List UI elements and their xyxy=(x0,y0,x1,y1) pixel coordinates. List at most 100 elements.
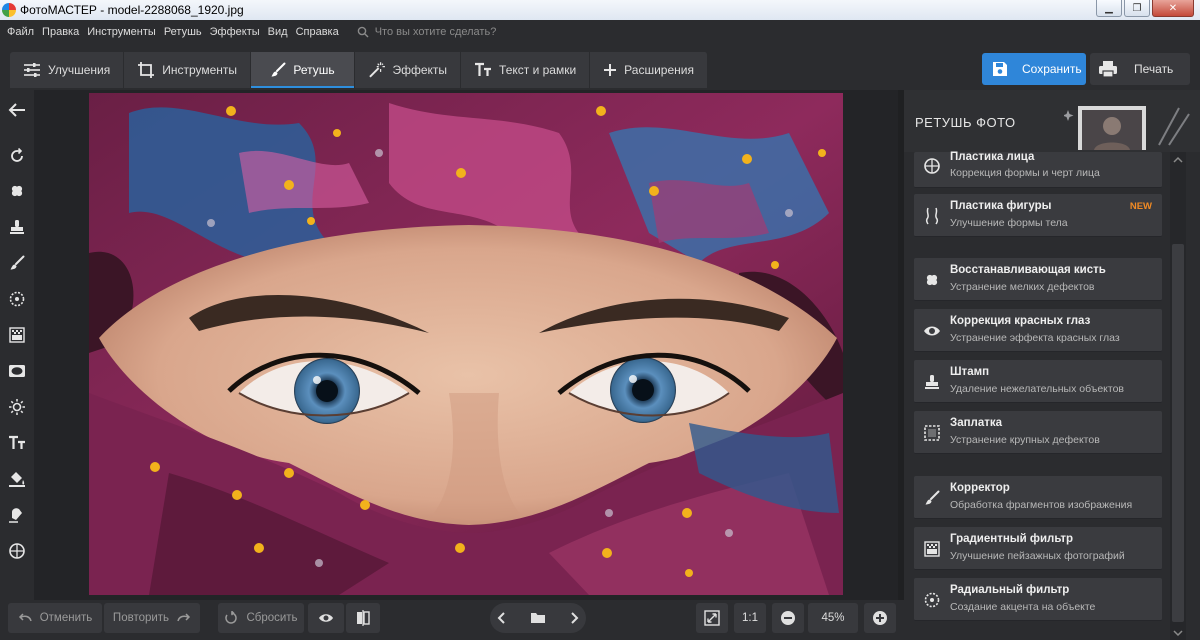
undo-label: Отменить xyxy=(39,612,93,624)
compare-icon xyxy=(357,610,370,626)
menu-tools[interactable]: Инструменты xyxy=(87,26,156,38)
compare-button[interactable] xyxy=(346,603,380,633)
bottom-bar: Отменить Повторить Сбросить 1:1 45% xyxy=(0,600,904,640)
tool-face-sculpt-title: Пластика лица xyxy=(950,151,1035,163)
menu-edit[interactable]: Правка xyxy=(42,26,79,38)
search-icon xyxy=(357,26,369,38)
print-button[interactable]: Печать xyxy=(1090,53,1190,85)
menu-file[interactable]: Файл xyxy=(7,26,34,38)
floppy-disk-icon xyxy=(993,62,1007,76)
zoom-out-button[interactable] xyxy=(772,603,804,633)
tool-healing-brush[interactable]: Восстанавливающая кисть Устранение мелки… xyxy=(914,258,1162,301)
app-window: ФотоМАСТЕР - model-2288068_1920.jpg ▁ ❐ … xyxy=(0,0,1200,640)
gradient-filter-tool-icon[interactable] xyxy=(6,324,28,346)
text-tool-icon[interactable] xyxy=(6,432,28,454)
menu-effects[interactable]: Эффекты xyxy=(210,26,260,38)
maximize-button[interactable]: ❐ xyxy=(1124,0,1150,17)
menu-help[interactable]: Справка xyxy=(296,26,339,38)
eye-icon xyxy=(319,614,333,622)
scroll-thumb[interactable] xyxy=(1172,244,1184,622)
radial-filter-tool-icon[interactable] xyxy=(6,288,28,310)
tool-radial-filter[interactable]: Радиальный фильтр Создание акцента на об… xyxy=(914,578,1162,621)
tab-text-frames-label: Текст и рамки xyxy=(499,63,577,77)
tool-body-sculpt-title: Пластика фигуры xyxy=(950,200,1052,212)
zoom-out-icon xyxy=(781,611,795,625)
tool-gradient-filter[interactable]: Градиентный фильтр Улучшение пейзажных ф… xyxy=(914,527,1162,570)
tab-improvements[interactable]: Улучшения xyxy=(10,52,125,88)
tool-patch[interactable]: Заплатка Устранение крупных дефектов xyxy=(914,411,1162,454)
tab-improvements-label: Улучшения xyxy=(48,63,111,77)
reset-label: Сбросить xyxy=(246,612,298,624)
tab-effects-label: Эффекты xyxy=(392,63,448,77)
tool-patch-desc: Устранение крупных дефектов xyxy=(950,434,1100,446)
scroll-down-arrow-icon[interactable] xyxy=(1173,628,1183,638)
rotate-icon[interactable] xyxy=(6,145,28,167)
eraser-tool-icon[interactable] xyxy=(6,504,28,526)
section-tabs: Улучшения Инструменты Ретушь Эффекты Тек… xyxy=(10,52,708,88)
open-folder-icon[interactable] xyxy=(530,612,546,624)
close-button[interactable]: ✕ xyxy=(1152,0,1194,17)
panel-scrollbar[interactable] xyxy=(1170,152,1186,640)
gradient-icon xyxy=(922,539,942,559)
body-icon xyxy=(922,206,942,226)
menu-view[interactable]: Вид xyxy=(268,26,288,38)
tool-face-sculpt-desc: Коррекция формы и черт лица xyxy=(950,167,1100,179)
tool-body-sculpt[interactable]: Пластика фигуры Улучшение формы тела NEW xyxy=(914,194,1162,237)
tool-gradient-filter-title: Градиентный фильтр xyxy=(950,533,1074,545)
save-button[interactable]: Сохранить xyxy=(982,53,1086,85)
zoom-in-button[interactable] xyxy=(864,603,896,633)
tool-face-sculpt[interactable]: Пластика лица Коррекция формы и черт лиц… xyxy=(914,151,1162,188)
tab-tools[interactable]: Инструменты xyxy=(124,52,252,88)
vignette-tool-icon[interactable] xyxy=(6,360,28,382)
actual-size-label: 1:1 xyxy=(742,612,758,624)
preview-toggle-button[interactable] xyxy=(308,603,344,633)
canvas-area[interactable] xyxy=(34,90,898,600)
photo-preview[interactable] xyxy=(89,93,843,595)
reset-button[interactable]: Сбросить xyxy=(218,603,304,633)
tool-red-eye[interactable]: Коррекция красных глаз Устранение эффект… xyxy=(914,309,1162,352)
tab-extensions[interactable]: Расширения xyxy=(590,52,708,88)
app-logo-icon xyxy=(2,3,16,17)
redo-button[interactable]: Повторить xyxy=(104,603,200,633)
new-badge: NEW xyxy=(1129,201,1152,212)
next-photo-icon[interactable] xyxy=(569,612,579,624)
command-search[interactable]: Что вы хотите сделать? xyxy=(357,26,496,38)
sliders-icon xyxy=(24,63,40,77)
tool-radial-filter-title: Радиальный фильтр xyxy=(950,584,1070,596)
printer-icon xyxy=(1099,61,1117,78)
healing-brush-icon xyxy=(922,270,942,290)
tool-corrector[interactable]: Корректор Обработка фрагментов изображен… xyxy=(914,476,1162,519)
tool-radial-filter-desc: Создание акцента на объекте xyxy=(950,601,1096,613)
tab-text-frames[interactable]: Текст и рамки xyxy=(461,52,591,88)
undo-button[interactable]: Отменить xyxy=(8,603,102,633)
healing-brush-tool-icon[interactable] xyxy=(6,180,28,202)
minimize-button[interactable]: ▁ xyxy=(1096,0,1122,17)
back-arrow-icon[interactable] xyxy=(6,99,28,121)
tab-effects[interactable]: Эффекты xyxy=(355,52,462,88)
redo-icon xyxy=(177,613,191,622)
tool-red-eye-title: Коррекция красных глаз xyxy=(950,315,1091,327)
tool-stamp-title: Штамп xyxy=(950,366,990,378)
tool-gradient-filter-desc: Улучшение пейзажных фотографий xyxy=(950,550,1125,562)
tab-retouch-label: Ретушь xyxy=(293,63,335,77)
window-title: ФотоМАСТЕР - model-2288068_1920.jpg xyxy=(20,3,244,17)
tool-stamp-desc: Удаление нежелательных объектов xyxy=(950,383,1124,395)
tool-stamp[interactable]: Штамп Удаление нежелательных объектов xyxy=(914,360,1162,403)
zoom-level[interactable]: 45% xyxy=(808,603,858,633)
brush-tool-icon[interactable] xyxy=(6,252,28,274)
undo-icon xyxy=(18,613,32,622)
menu-retouch[interactable]: Ретушь xyxy=(164,26,202,38)
stamp-tool-icon[interactable] xyxy=(6,216,28,238)
fit-screen-icon xyxy=(704,610,720,626)
tab-retouch[interactable]: Ретушь xyxy=(251,52,356,88)
tool-patch-title: Заплатка xyxy=(950,417,1003,429)
fill-bucket-icon[interactable] xyxy=(6,468,28,490)
light-tool-icon[interactable] xyxy=(6,396,28,418)
scroll-up-arrow-icon[interactable] xyxy=(1173,155,1183,165)
previous-photo-icon[interactable] xyxy=(497,612,507,624)
face-sculpt-tool-icon[interactable] xyxy=(6,540,28,562)
actual-size-button[interactable]: 1:1 xyxy=(734,603,766,633)
tool-corrector-title: Корректор xyxy=(950,482,1010,494)
fit-to-screen-button[interactable] xyxy=(696,603,728,633)
tab-tools-label: Инструменты xyxy=(162,63,238,77)
